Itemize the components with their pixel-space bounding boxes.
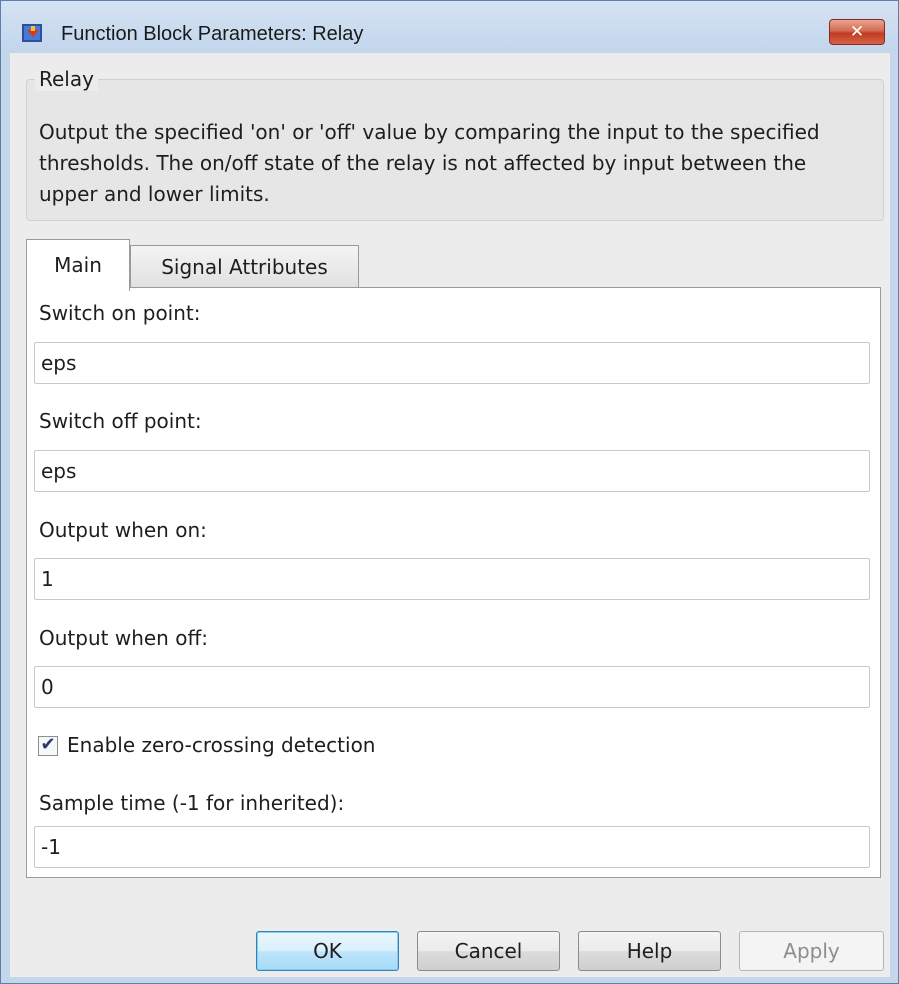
sample-time-input[interactable]: -1	[34, 826, 870, 868]
switch-on-point-label: Switch on point:	[39, 301, 201, 325]
zero-crossing-checkbox[interactable]: ✔	[38, 734, 58, 756]
close-button[interactable]: ✕	[829, 19, 885, 45]
switch-off-point-input[interactable]: eps	[34, 450, 870, 492]
description-group-title: Relay	[35, 67, 98, 91]
title-bar[interactable]: Function Block Parameters: Relay ✕	[1, 1, 898, 51]
switch-on-point-input[interactable]: eps	[34, 342, 870, 384]
output-when-off-input[interactable]: 0	[34, 666, 870, 708]
zero-crossing-label[interactable]: Enable zero-crossing detection	[67, 732, 376, 758]
tab-main[interactable]: Main	[26, 239, 130, 291]
dialog-window: Function Block Parameters: Relay ✕ Relay…	[0, 0, 899, 984]
output-when-on-label: Output when on:	[39, 518, 207, 542]
sample-time-label: Sample time (-1 for inherited):	[39, 791, 345, 815]
tab-signal-attributes[interactable]: Signal Attributes	[130, 245, 359, 287]
output-when-on-input[interactable]: 1	[34, 558, 870, 600]
close-icon: ✕	[849, 22, 865, 42]
window-title: Function Block Parameters: Relay	[61, 23, 364, 45]
cancel-button[interactable]: Cancel	[417, 931, 560, 971]
checkmark-icon: ✔	[40, 734, 56, 755]
apply-button[interactable]: Apply	[739, 931, 884, 971]
ok-button[interactable]: OK	[256, 931, 399, 971]
simulink-block-icon	[22, 24, 42, 42]
switch-off-point-label: Switch off point:	[39, 409, 202, 433]
output-when-off-label: Output when off:	[39, 626, 208, 650]
help-button[interactable]: Help	[578, 931, 721, 971]
block-description: Output the specified 'on' or 'off' value…	[39, 120, 820, 206]
